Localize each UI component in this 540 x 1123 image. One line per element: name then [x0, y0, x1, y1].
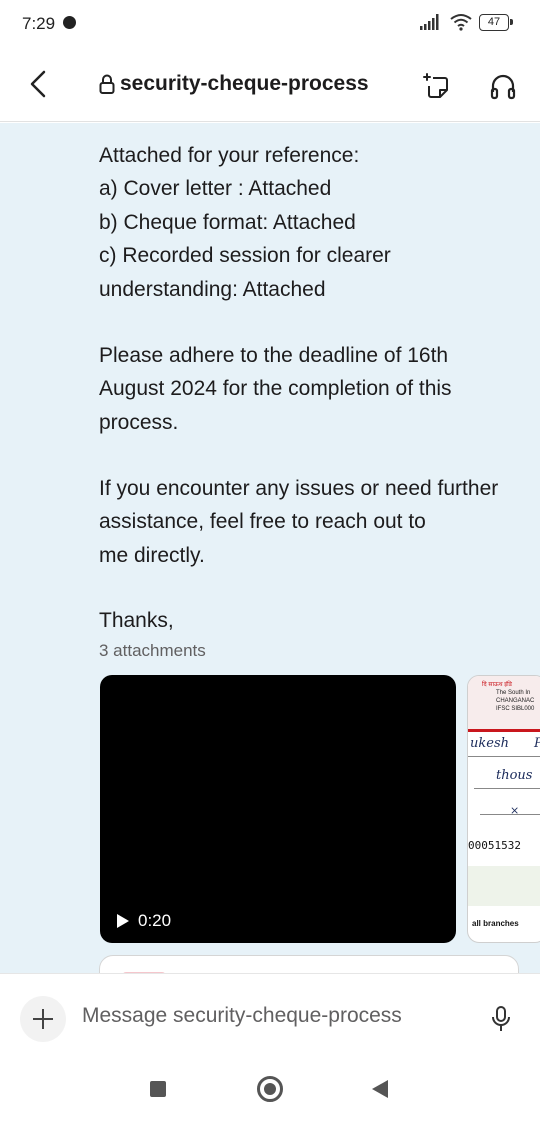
play-icon [117, 914, 129, 928]
cheque-amount-box [468, 866, 540, 906]
channel-name: security-cheque-process [120, 72, 369, 95]
microphone-icon[interactable] [490, 1004, 512, 1034]
video-attachment[interactable]: 0:20 [100, 675, 456, 943]
cheque-number: 00051532 [468, 839, 521, 852]
message-composer [0, 973, 540, 1059]
add-attachment-button[interactable] [20, 996, 66, 1042]
home-icon[interactable] [257, 1076, 283, 1102]
message-line: a) Cover letter : Attached [99, 177, 332, 201]
status-time: 7:29 [22, 14, 56, 33]
cheque-ifsc: IFSC SIBL000 [496, 706, 535, 712]
cheque-footer: all branches [472, 919, 519, 928]
message-area[interactable]: Attached for your reference: a) Cover le… [0, 123, 540, 973]
channel-title[interactable]: security-cheque-process [98, 70, 369, 98]
cheque-rule [480, 814, 540, 815]
system-nav-bar [0, 1059, 540, 1123]
message-line: me directly. [99, 543, 205, 567]
message-line: If you encounter any issues or need furt… [99, 477, 499, 500]
cheque-image-attachment[interactable]: दि साऊथ इंडि The South In CHANGANAC IFSC… [467, 675, 540, 943]
message-paragraph: Please adhere to the deadline of 16th Au… [99, 339, 529, 439]
lock-icon [99, 74, 115, 94]
cheque-rule [468, 756, 540, 757]
headphones-icon[interactable] [488, 72, 518, 102]
cheque-rule [474, 788, 540, 789]
cheque-handwriting: ukesh [470, 736, 509, 751]
canvas-icon[interactable] [421, 70, 451, 102]
cheque-bank-line: The South In [496, 690, 531, 696]
message-line: assistance, feel free to reach out to [99, 510, 426, 534]
channel-header: security-cheque-process [0, 48, 540, 122]
message-input[interactable] [82, 1004, 462, 1028]
message-line: c) Recorded session for clearer [99, 244, 391, 268]
signal-icon [420, 14, 439, 30]
message-line: process. [99, 410, 179, 434]
next-attachment-card[interactable] [99, 955, 519, 973]
attachments-count: 3 attachments [99, 641, 206, 660]
video-duration: 0:20 [138, 911, 172, 930]
cheque-branch: CHANGANAC [496, 698, 535, 704]
cheque-bank-header: दि साऊथ इंडि The South In CHANGANAC IFSC… [468, 676, 540, 732]
back-chevron-icon[interactable] [22, 64, 58, 104]
recording-dot-icon [63, 16, 76, 29]
recents-icon[interactable] [150, 1081, 166, 1097]
video-duration-badge: 0:20 [116, 911, 171, 931]
cheque-handwriting: P [534, 736, 540, 751]
battery-icon: 47 [479, 14, 513, 31]
message-line: Attached for your reference: [99, 144, 360, 167]
wifi-icon [450, 14, 472, 31]
message-paragraph: If you encounter any issues or need furt… [99, 472, 529, 572]
message-line: b) Cheque format: Attached [99, 210, 356, 234]
message-line: understanding: Attached [99, 277, 326, 301]
message-line: Please adhere to the deadline of 16th [99, 344, 449, 367]
message-paragraph: Attached for your reference: a) Cover le… [99, 139, 529, 306]
cheque-handwriting: thous [496, 768, 533, 783]
status-bar: 7:29 47 [0, 0, 540, 48]
back-icon[interactable] [372, 1080, 388, 1098]
cheque-bank-line: दि साऊथ इंडि [482, 682, 512, 688]
cheque-handwriting: × [510, 804, 520, 817]
message-signoff: Thanks, [99, 609, 174, 632]
message-line: August 2024 for the completion of this [99, 377, 452, 401]
